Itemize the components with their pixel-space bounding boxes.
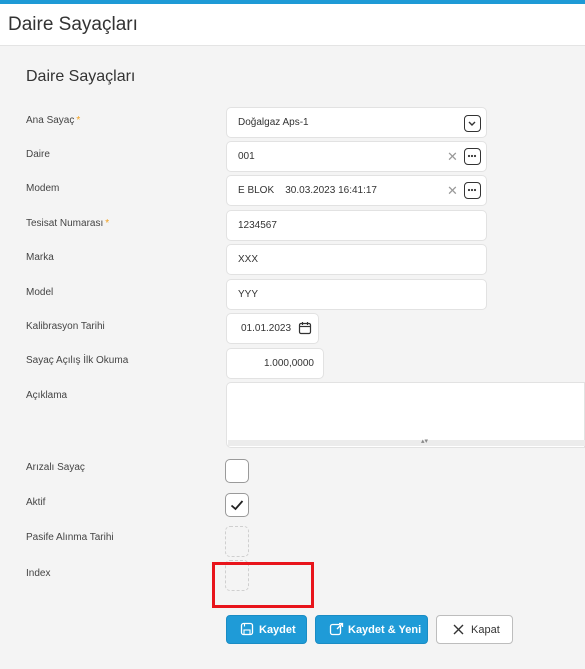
close-icon	[453, 624, 464, 635]
marka-input[interactable]: XXX	[226, 244, 487, 275]
chevron-down-icon[interactable]	[464, 115, 481, 132]
aciklama-label: Açıklama	[26, 390, 68, 401]
more-options-icon[interactable]	[464, 182, 481, 199]
textarea-resize-handle[interactable]: ▴▾	[228, 437, 585, 446]
tesisat-label: Tesisat Numarası *	[26, 218, 110, 229]
highlight-box	[212, 562, 314, 608]
modem-label: Modem	[26, 183, 60, 194]
arizali-label: Arızalı Sayaç	[26, 462, 85, 473]
model-label: Model	[26, 287, 54, 298]
ana-sayac-select[interactable]: Doğalgaz Aps-1	[226, 107, 487, 138]
window-titlebar: Daire Sayaçları	[0, 4, 585, 46]
form-title: Daire Sayaçları	[26, 68, 136, 85]
ilk-okuma-input[interactable]: 1.000,0000	[226, 348, 324, 379]
clear-icon[interactable]: ✕	[447, 150, 458, 163]
arizali-checkbox[interactable]	[225, 459, 249, 483]
save-button[interactable]: Kaydet	[226, 615, 307, 644]
close-button[interactable]: Kapat	[436, 615, 513, 644]
ilk-okuma-label: Sayaç Açılış İlk Okuma	[26, 355, 129, 366]
daire-lookup[interactable]: 001 ✕	[226, 141, 487, 172]
aciklama-textarea[interactable]	[226, 382, 585, 448]
model-input[interactable]: YYY	[226, 279, 487, 310]
calendar-icon[interactable]	[298, 321, 312, 340]
required-marker: *	[105, 218, 110, 229]
save-and-new-button[interactable]: Kaydet & Yeni	[315, 615, 428, 644]
check-icon	[230, 500, 244, 511]
resize-grip-icon[interactable]: ▴▾	[421, 437, 428, 445]
kalibrasyon-label: Kalibrasyon Tarihi	[26, 321, 105, 332]
pasife-alinma-label: Pasife Alınma Tarihi	[26, 532, 114, 543]
kalibrasyon-date-input[interactable]: 01.01.2023	[226, 313, 319, 344]
save-new-icon	[329, 622, 344, 636]
ana-sayac-label: Ana Sayaç *	[26, 115, 81, 126]
save-icon	[240, 622, 254, 636]
aktif-label: Aktif	[26, 497, 46, 508]
window-title: Daire Sayaçları	[8, 14, 138, 35]
daire-label: Daire	[26, 149, 50, 160]
pasife-alinma-placeholder	[225, 526, 249, 557]
more-options-icon[interactable]	[464, 148, 481, 165]
index-label: Index	[26, 568, 51, 579]
clear-icon[interactable]: ✕	[447, 184, 458, 197]
aktif-checkbox[interactable]	[225, 493, 249, 517]
required-marker: *	[76, 115, 81, 126]
tesisat-input[interactable]: 1234567	[226, 210, 487, 241]
marka-label: Marka	[26, 252, 54, 263]
modem-lookup[interactable]: E BLOK 30.03.2023 16:41:17 ✕	[226, 175, 487, 206]
